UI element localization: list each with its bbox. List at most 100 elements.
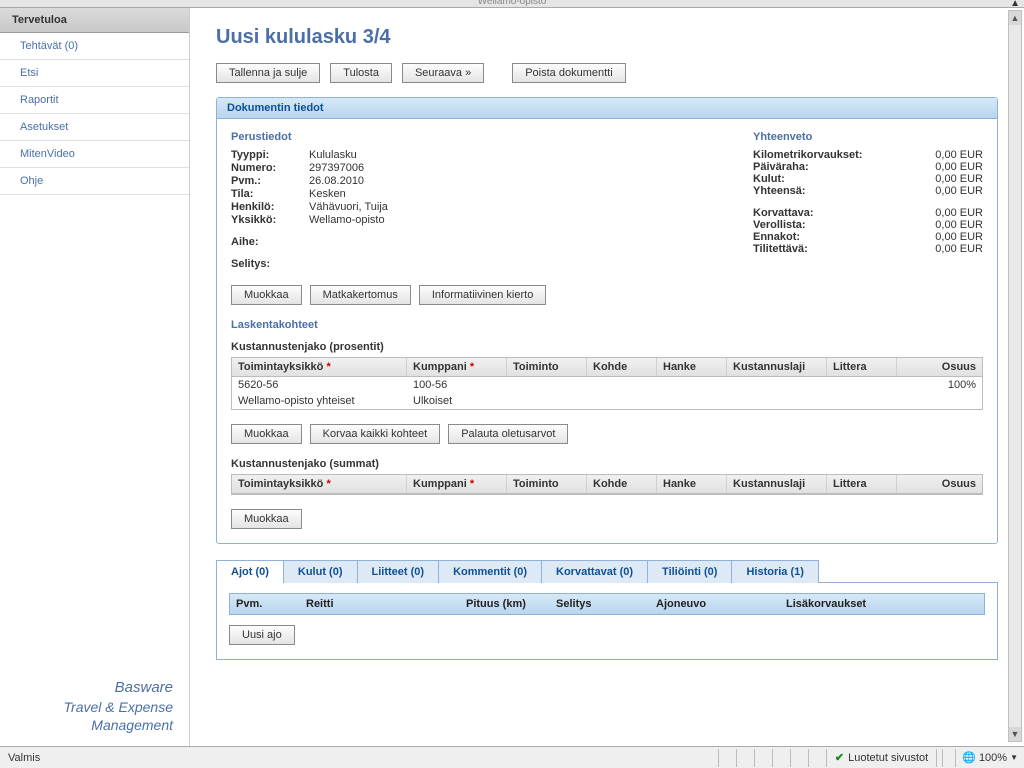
save-close-button[interactable]: Tallenna ja sulje xyxy=(216,63,320,83)
exp-label: Kulut: xyxy=(753,173,888,185)
unit-label: Yksikkö: xyxy=(231,214,309,226)
pct-row-1: 5620-56 100-56 100% xyxy=(232,377,982,393)
globe-icon: 🌐 xyxy=(962,751,976,764)
taxed-label: Verollista: xyxy=(753,219,888,231)
status-cell xyxy=(808,749,826,767)
chevron-down-icon[interactable]: ▼ xyxy=(1010,753,1018,762)
col-extra: Lisäkorvaukset xyxy=(780,594,984,614)
col-vehicle: Ajoneuvo xyxy=(650,594,780,614)
col-date: Pvm. xyxy=(230,594,300,614)
cost-objects-heading: Laskentakohteet xyxy=(231,319,983,331)
edit-sum-button[interactable]: Muokkaa xyxy=(231,509,302,529)
restore-defaults-button[interactable]: Palauta oletusarvot xyxy=(448,424,568,444)
sidebar-item-search[interactable]: Etsi xyxy=(0,60,189,87)
tab-reimbursables[interactable]: Korvattavat (0) xyxy=(541,560,648,583)
status-cell xyxy=(790,749,808,767)
col-target: Kohde xyxy=(587,358,657,376)
protected-mode[interactable] xyxy=(942,749,955,767)
pct-row-2: Wellamo-opisto yhteiset Ulkoiset xyxy=(232,393,982,409)
status-ready: Valmis xyxy=(0,752,48,764)
km-value: 0,00 EUR xyxy=(918,149,983,161)
col-route: Reitti xyxy=(300,594,460,614)
print-button[interactable]: Tulosta xyxy=(330,63,392,83)
type-value: Kululasku xyxy=(309,149,357,161)
status-cell xyxy=(754,749,772,767)
doc-info-panel: Dokumentin tiedot Perustiedot Tyyppi:Kul… xyxy=(216,97,998,544)
next-button[interactable]: Seuraava » xyxy=(402,63,484,83)
tab-attachments[interactable]: Liitteet (0) xyxy=(357,560,440,583)
exp-value: 0,00 EUR xyxy=(918,173,983,185)
daily-value: 0,00 EUR xyxy=(918,161,983,173)
vertical-scrollbar[interactable]: ▲ ▼ xyxy=(1008,10,1022,742)
sidebar-item-settings[interactable]: Asetukset xyxy=(0,114,189,141)
basic-info-heading: Perustiedot xyxy=(231,131,571,143)
travel-report-button[interactable]: Matkakertomus xyxy=(310,285,411,305)
person-label: Henkilö: xyxy=(231,201,309,213)
content-area: Uusi kululasku 3/4 Tallenna ja sulje Tul… xyxy=(190,8,1024,746)
date-value: 26.08.2010 xyxy=(309,175,364,187)
reimb-value: 0,00 EUR xyxy=(918,207,983,219)
edit-pct-button[interactable]: Muokkaa xyxy=(231,424,302,444)
summary-heading: Yhteenveto xyxy=(753,131,983,143)
daily-label: Päiväraha: xyxy=(753,161,888,173)
km-label: Kilometrikorvaukset: xyxy=(753,149,888,161)
settle-label: Tilitettävä: xyxy=(753,243,888,255)
col-function: Toiminto xyxy=(507,358,587,376)
date-label: Pvm.: xyxy=(231,175,309,187)
adv-label: Ennakot: xyxy=(753,231,888,243)
tab-comments[interactable]: Kommentit (0) xyxy=(438,560,542,583)
delete-doc-button[interactable]: Poista dokumentti xyxy=(512,63,625,83)
zoom-value: 100% xyxy=(979,752,1007,764)
panel-header: Dokumentin tiedot xyxy=(217,98,997,119)
info-routing-button[interactable]: Informatiivinen kierto xyxy=(419,285,547,305)
reimb-label: Korvattava: xyxy=(753,207,888,219)
col-littera: Littera xyxy=(827,358,897,376)
col-costtype: Kustannuslaji xyxy=(727,358,827,376)
status-cell xyxy=(772,749,790,767)
tab-drives[interactable]: Ajot (0) xyxy=(216,560,284,583)
toolbar: Tallenna ja sulje Tulosta Seuraava » Poi… xyxy=(216,63,998,83)
edit-basic-button[interactable]: Muokkaa xyxy=(231,285,302,305)
settle-value: 0,00 EUR xyxy=(918,243,983,255)
drives-columns: Pvm. Reitti Pituus (km) Selitys Ajoneuvo… xyxy=(229,593,985,615)
taxed-value: 0,00 EUR xyxy=(918,219,983,231)
number-label: Numero: xyxy=(231,162,309,174)
total-label: Yhteensä: xyxy=(753,185,888,197)
total-value: 0,00 EUR xyxy=(918,185,983,197)
scroll-up-arrow-icon[interactable]: ▲ xyxy=(1009,11,1021,25)
sidebar-header: Tervetuloa xyxy=(0,8,189,33)
new-drive-button[interactable]: Uusi ajo xyxy=(229,625,295,645)
col-project: Hanke xyxy=(657,358,727,376)
col-partner: Kumppani xyxy=(413,361,467,373)
adv-value: 0,00 EUR xyxy=(918,231,983,243)
trusted-sites[interactable]: ✔ Luotetut sivustot xyxy=(826,749,936,767)
trusted-label: Luotetut sivustot xyxy=(848,752,928,764)
status-cell xyxy=(736,749,754,767)
replace-all-button[interactable]: Korvaa kaikki kohteet xyxy=(310,424,441,444)
sidebar-item-video[interactable]: MitenVideo xyxy=(0,141,189,168)
unit-value: Wellamo-opisto xyxy=(309,214,385,226)
zoom-control[interactable]: 🌐 100% ▼ xyxy=(955,749,1024,767)
col-unit: Toimintayksikkö xyxy=(238,361,323,373)
desc-label: Selitys: xyxy=(231,258,309,270)
scroll-down-arrow-icon[interactable]: ▼ xyxy=(1009,727,1021,741)
sidebar-item-tasks[interactable]: Tehtävät (0) xyxy=(0,33,189,60)
type-label: Tyyppi: xyxy=(231,149,309,161)
tabs-panel: Ajot (0) Kulut (0) Liitteet (0) Kommenti… xyxy=(216,560,998,660)
col-length: Pituus (km) xyxy=(460,594,550,614)
state-value: Kesken xyxy=(309,188,346,200)
brand-block: Basware Travel & Expense Management xyxy=(0,666,189,746)
sidebar-item-reports[interactable]: Raportit xyxy=(0,87,189,114)
status-cell xyxy=(718,749,736,767)
sidebar-item-help[interactable]: Ohje xyxy=(0,168,189,195)
topbar-label: Wellamo-opisto xyxy=(478,0,547,7)
tab-expenses[interactable]: Kulut (0) xyxy=(283,560,358,583)
brand-name: Basware xyxy=(16,678,173,698)
statusbar: Valmis ✔ Luotetut sivustot 🌐 100% ▼ xyxy=(0,746,1024,768)
subject-label: Aihe: xyxy=(231,236,309,248)
tab-accounting[interactable]: Tiliöinti (0) xyxy=(647,560,732,583)
sum-grid: Toimintayksikkö * Kumppani * Toiminto Ko… xyxy=(231,474,983,495)
brand-tagline: Travel & Expense Management xyxy=(16,698,173,734)
sidebar: Tervetuloa Tehtävät (0) Etsi Raportit As… xyxy=(0,8,190,746)
tab-history[interactable]: Historia (1) xyxy=(731,560,818,583)
